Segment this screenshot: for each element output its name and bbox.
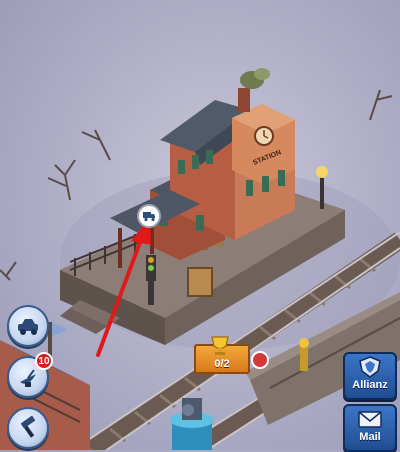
- game-world: STATION: [0, 68, 400, 450]
- radar-button[interactable]: 10: [7, 352, 53, 398]
- alliance-shield-icon: [359, 356, 381, 378]
- counter-value: 0/2: [214, 358, 230, 370]
- truck-icon: [143, 212, 155, 222]
- envelope-icon: [358, 411, 382, 428]
- alliance-button[interactable]: Allianz: [343, 352, 397, 400]
- radar-icon: [20, 369, 36, 387]
- collection-counter[interactable]: 0/2: [194, 336, 250, 374]
- mail-button[interactable]: Mail: [343, 404, 397, 452]
- build-button[interactable]: [7, 407, 49, 449]
- station-action-bubble[interactable]: [137, 204, 161, 228]
- vehicle-icon: [18, 319, 38, 335]
- vehicle-button[interactable]: [7, 305, 49, 347]
- signal-tower: [170, 398, 214, 450]
- radar-notification-badge: 10: [35, 352, 53, 370]
- hammer-icon: [20, 415, 36, 438]
- gold-trophy-icon: [211, 336, 229, 355]
- alliance-label: Allianz: [352, 379, 388, 391]
- mail-label: Mail: [359, 431, 381, 443]
